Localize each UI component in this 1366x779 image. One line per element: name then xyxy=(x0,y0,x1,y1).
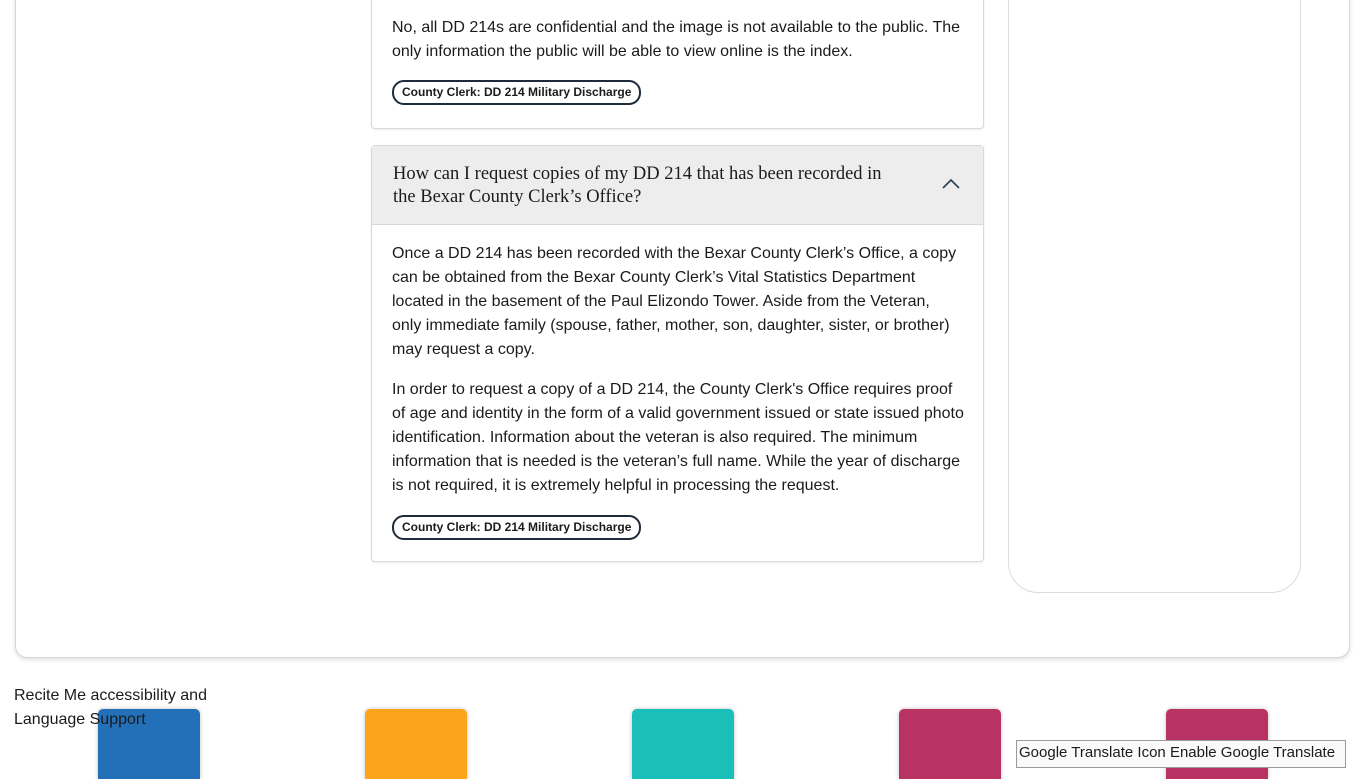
footer-tile-teal[interactable] xyxy=(632,709,734,779)
faq-item-confidentiality: No, all DD 214s are confidential and the… xyxy=(371,0,984,129)
category-tag-link[interactable]: County Clerk: DD 214 Military Discharge xyxy=(392,515,642,540)
category-tag-link[interactable]: County Clerk: DD 214 Military Discharge xyxy=(392,80,642,105)
google-translate-label: Enable Google Translate xyxy=(1169,744,1336,761)
faq-question: How can I request copies of my DD 214 th… xyxy=(393,164,882,207)
google-translate-button[interactable]: Google Translate Icon Enable Google Tran… xyxy=(1016,740,1346,768)
faq-question-toggle[interactable]: How can I request copies of my DD 214 th… xyxy=(372,146,983,225)
footer-tile-orange[interactable] xyxy=(365,709,467,779)
chevron-up-icon[interactable] xyxy=(941,176,961,190)
google-translate-icon: Google Translate Icon xyxy=(1019,744,1166,761)
faq-answer: No, all DD 214s are confidential and the… xyxy=(372,0,983,105)
faq-answer-text: No, all DD 214s are confidential and the… xyxy=(392,19,961,60)
faq-item-request-copies: How can I request copies of my DD 214 th… xyxy=(371,145,984,562)
footer-tile-magenta[interactable] xyxy=(899,709,1001,779)
recite-me-alt-text: Recite Me accessibility and Language Sup… xyxy=(14,687,207,728)
faq-answer: Once a DD 214 has been recorded with the… xyxy=(372,225,983,540)
faq-answer-paragraph: In order to request a copy of a DD 214, … xyxy=(392,381,964,494)
right-sidebar-panel xyxy=(1008,0,1301,593)
faq-answer-paragraph: Once a DD 214 has been recorded with the… xyxy=(392,245,957,358)
recite-me-button[interactable]: Recite Me accessibility and Language Sup… xyxy=(14,684,244,732)
